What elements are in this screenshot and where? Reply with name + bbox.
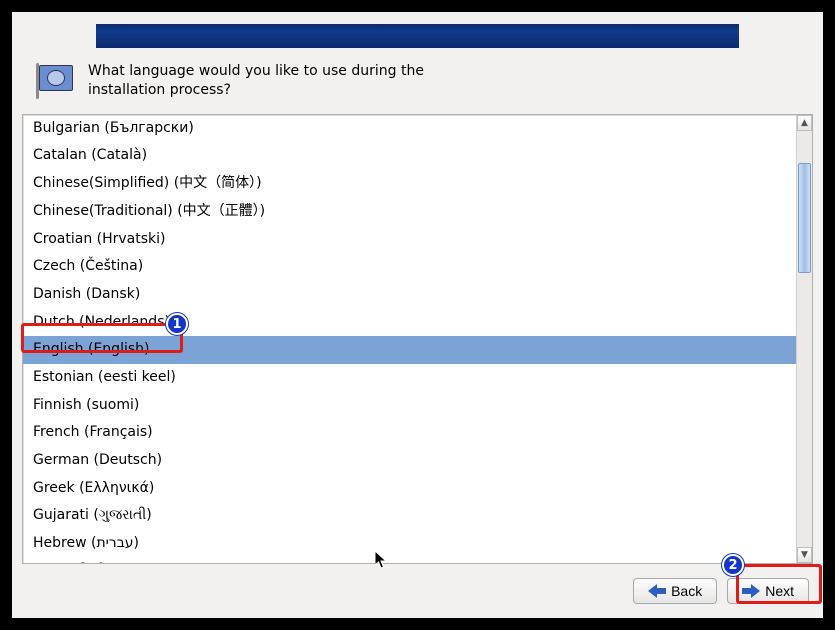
list-item[interactable]: Estonian (eesti keel) [23,364,796,392]
installer-window: What language would you like to use duri… [12,12,823,618]
list-item[interactable]: English (English) [23,336,796,364]
list-item[interactable]: French (Français) [23,419,796,447]
list-item[interactable]: Dutch (Nederlands) [23,309,796,337]
list-item[interactable]: Finnish (suomi) [23,392,796,420]
scroll-up-button[interactable]: ▲ [797,115,812,131]
scrollbar[interactable]: ▲ ▼ [796,115,812,563]
back-button[interactable]: Back [633,578,717,604]
scroll-down-button[interactable]: ▼ [797,547,812,563]
scroll-track[interactable] [797,131,812,547]
list-item[interactable]: Chinese(Simplified) (中文（简体）) [23,170,796,198]
list-item[interactable]: German (Deutsch) [23,447,796,475]
list-item[interactable]: Hebrew (עברית) [23,530,796,558]
scroll-thumb[interactable] [798,163,811,273]
list-item[interactable]: Catalan (Català) [23,142,796,170]
list-item[interactable]: Danish (Dansk) [23,281,796,309]
list-item[interactable]: Gujarati (ગુજરાતી) [23,502,796,530]
list-item[interactable]: Chinese(Traditional) (中文（正體）) [23,198,796,226]
back-button-label: Back [671,583,702,599]
list-item[interactable]: Bulgarian (Български) [23,115,796,143]
prompt-text: What language would you like to use duri… [88,62,424,100]
language-list[interactable]: Bulgarian (Български)Catalan (Català)Chi… [23,115,796,563]
header-banner [96,24,739,48]
flag-icon [34,63,76,99]
list-item[interactable]: Croatian (Hrvatski) [23,226,796,254]
next-button[interactable]: Next [727,578,809,604]
arrow-right-icon [742,584,760,598]
prompt-row: What language would you like to use duri… [12,48,823,114]
next-button-label: Next [765,583,794,599]
list-item[interactable]: Hindi (हिन्दी) [23,558,796,563]
button-row: Back Next [12,564,823,618]
list-item[interactable]: Greek (Ελληνικά) [23,475,796,503]
arrow-left-icon [648,584,666,598]
list-item[interactable]: Czech (Čeština) [23,253,796,281]
prompt-line2: installation process? [88,81,424,100]
prompt-line1: What language would you like to use duri… [88,62,424,81]
language-list-container: Bulgarian (Български)Catalan (Català)Chi… [22,114,813,564]
